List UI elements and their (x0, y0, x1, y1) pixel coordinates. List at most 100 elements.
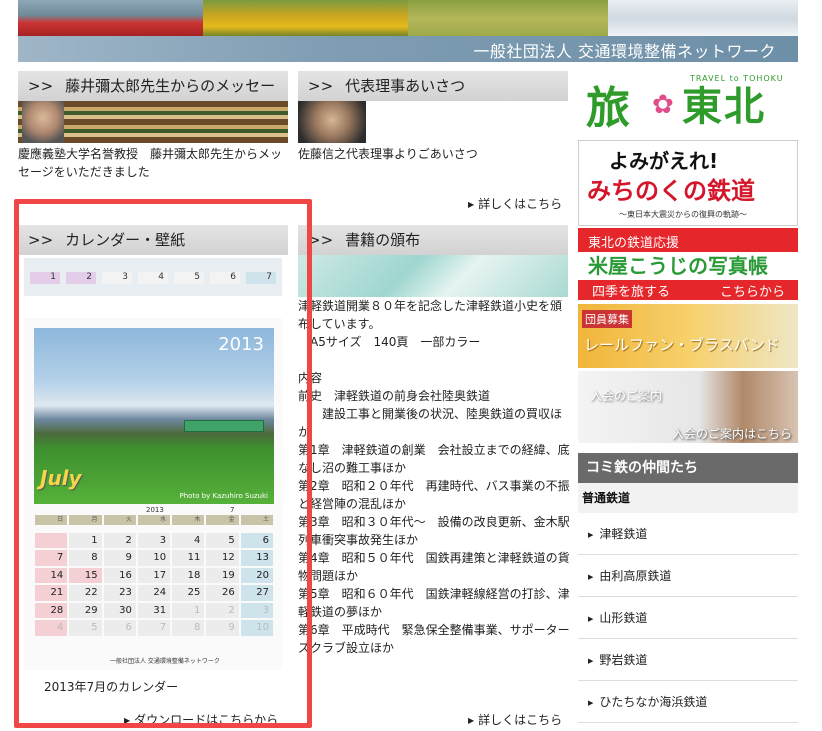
books-line (298, 351, 570, 369)
rail-link[interactable]: ▶ 津軽鉄道 (578, 513, 798, 555)
tabi-tohoku-banner[interactable]: TRAVEL to TOHOKU 旅 ✿ 東北 (578, 68, 798, 138)
greeting-text: 佐藤信之代表理事よりごあいさつ (298, 147, 478, 161)
books-more-label: 詳しくはこちら (478, 713, 563, 727)
calendar-section-header[interactable]: >> カレンダー・壁紙 (18, 225, 288, 255)
books-description: 津軽鉄道開業８０年を記念した津軽鉄道小史を頒布しています。 A5サイズ 140頁… (298, 297, 570, 657)
section-arrows: >> (28, 77, 54, 95)
brass-badge: 団員募集 (582, 310, 632, 328)
calendar-day: 5 (69, 620, 102, 636)
michinoku-line2: みちのくの鉄道 (587, 177, 755, 205)
fujii-section-header[interactable]: >>藤井彌太郎先生からのメッセージ (18, 71, 288, 125)
weekday-header: 日 (35, 515, 68, 525)
calendar-day: 23 (103, 585, 136, 601)
calendar-day: 3 (240, 602, 273, 618)
calendar-day: 13 (240, 550, 273, 566)
calendar-download-link[interactable]: ▶ ダウンロードはこちらから (124, 711, 278, 728)
calendar-train (184, 420, 264, 432)
rail-link[interactable]: ▶ ひたちなか海浜鉄道 (578, 681, 798, 723)
calendar-day: 27 (240, 585, 273, 601)
rail-link[interactable]: ▶ 由利高原鉄道 (578, 555, 798, 597)
strip-day: 6 (210, 272, 240, 284)
books-line: 第3章 昭和３０年代〜 設備の改良更新、金木駅列車衝突事故発生ほか (298, 515, 570, 547)
brass-band-banner[interactable]: 団員募集 レールファン・ブラスバンド (578, 304, 798, 368)
calendar-day: 29 (69, 602, 102, 618)
rail-link[interactable]: ▶ 山形鉄道 (578, 597, 798, 639)
michinoku-line1: よみがえれ! (609, 149, 719, 173)
books-line: 第1章 津軽鉄道の創業 会社設立までの経緯、底なし沼の難工事ほか (298, 443, 570, 475)
calendar-day: 14 (35, 567, 68, 583)
calendar-day: 28 (35, 602, 68, 618)
rail-link-label: 由利高原鉄道 (599, 569, 672, 583)
sato-portrait (298, 101, 366, 143)
calendar-download-label: ダウンロードはこちらから (134, 713, 279, 727)
triangle-right-icon: ▶ (124, 716, 131, 725)
banner-photos (18, 0, 798, 38)
calendar-day: 7 (35, 550, 68, 566)
tabi-left: 旅 (586, 83, 630, 134)
brass-title: レールファン・ブラスバンド (584, 336, 780, 354)
rail-link-label: 山形鉄道 (599, 611, 648, 625)
yoneya-banner[interactable]: 東北の鉄道応援 米屋こうじの写真帳 四季を旅する こちらから (578, 228, 798, 300)
tabi-right: 東北 (682, 84, 766, 130)
greeting-more-link[interactable]: ▶ 詳しくはこちら (468, 195, 562, 212)
calendar-title-row: 2013 7 (34, 506, 274, 514)
triangle-right-icon: ▶ (468, 716, 475, 725)
michinoku-banner[interactable]: よみがえれ! みちのくの鉄道 〜東日本大震災からの復興の軌跡〜 (578, 140, 798, 226)
section-arrows: >> (308, 231, 334, 249)
calendar-day: 9 (206, 620, 239, 636)
weekday-header: 月 (69, 515, 102, 525)
books-line: 内容 (298, 371, 323, 385)
triangle-right-icon: ▶ (588, 657, 594, 665)
rail-link-label: ひたちなか海浜鉄道 (599, 695, 708, 709)
calendar-day: 2 (206, 602, 239, 618)
calendar-caption: 2013年7月のカレンダー (44, 680, 179, 694)
strip-day: 1 (30, 272, 60, 284)
books-line: 津軽鉄道開業８０年を記念した津軽鉄道小史を頒布しています。 (298, 299, 563, 331)
banner-photo-field (408, 0, 608, 38)
section-arrows: >> (28, 231, 54, 249)
weekday-header: 火 (103, 515, 136, 525)
yoneya-line4: こちらから (720, 285, 786, 300)
books-line: A5サイズ 140頁 一部カラー (298, 335, 481, 349)
strip-day: 4 (138, 272, 168, 284)
header-banner: 一般社団法人 交通環境整備ネットワーク (18, 0, 798, 62)
triangle-right-icon: ▶ (468, 200, 475, 209)
calendar-day: 31 (137, 602, 171, 618)
calendar-section-title: カレンダー・壁紙 (65, 231, 186, 249)
triangle-right-icon: ▶ (588, 573, 594, 581)
calendar-day: 18 (172, 567, 205, 583)
calendar-week: 7 8 9 10 11 12 13 (34, 549, 274, 567)
calendar-day: 15 (69, 567, 102, 583)
calendar-title-month: 7 (230, 506, 235, 514)
weekday-header-row: 日 月 火 水 木 金 土 (34, 514, 274, 532)
books-section-header[interactable]: >> 書籍の頒布 (298, 225, 568, 255)
weekday-header: 金 (206, 515, 239, 525)
calendar-week: 4 5 6 7 8 9 10 (34, 619, 274, 637)
calendar-day: 25 (172, 585, 205, 601)
calendar-day: 6 (103, 620, 136, 636)
books-line: 第4章 昭和５０年代 国鉄再建策と津軽鉄道の貨物問題ほか (298, 551, 570, 583)
calendar-day: 8 (172, 620, 205, 636)
weekday-header: 水 (137, 515, 171, 525)
rail-link[interactable]: ▶ 野岩鉄道 (578, 639, 798, 681)
calendar-week: 28 29 30 31 1 2 3 (34, 602, 274, 620)
calendar-year: 2013 (218, 334, 264, 355)
strip-day: 2 (66, 272, 96, 284)
calendar-day: 12 (206, 550, 239, 566)
calendar-day: 22 (69, 585, 102, 601)
books-more-link[interactable]: ▶ 詳しくはこちら (468, 711, 562, 728)
calendar-image[interactable]: 2013 July Photo by Kazuhiro Suzuki 2013 … (24, 318, 282, 670)
michinoku-line3: 〜東日本大震災からの復興の軌跡〜 (619, 210, 747, 219)
calendar-title-year: 2013 (146, 506, 164, 514)
calendar-day: 9 (103, 550, 136, 566)
books-image[interactable] (298, 255, 568, 297)
greeting-section-header[interactable]: >> 代表理事あいさつ (298, 71, 568, 101)
calendar-day: 17 (137, 567, 171, 583)
org-name: 一般社団法人 交通環境整備ネットワーク (473, 42, 776, 61)
join-banner[interactable]: 入会のご案内 入会のご案内はこちら (578, 371, 798, 443)
calendar-day: 4 (35, 620, 68, 636)
banner-photo-sunflowers (203, 0, 408, 38)
books-line: 第6章 平成時代 緊急保全整備事業、サポーターズクラブ設立ほか (298, 623, 570, 655)
greeting-section-title: 代表理事あいさつ (345, 77, 466, 95)
yoneya-line2: 米屋こうじの写真帳 (578, 252, 798, 280)
